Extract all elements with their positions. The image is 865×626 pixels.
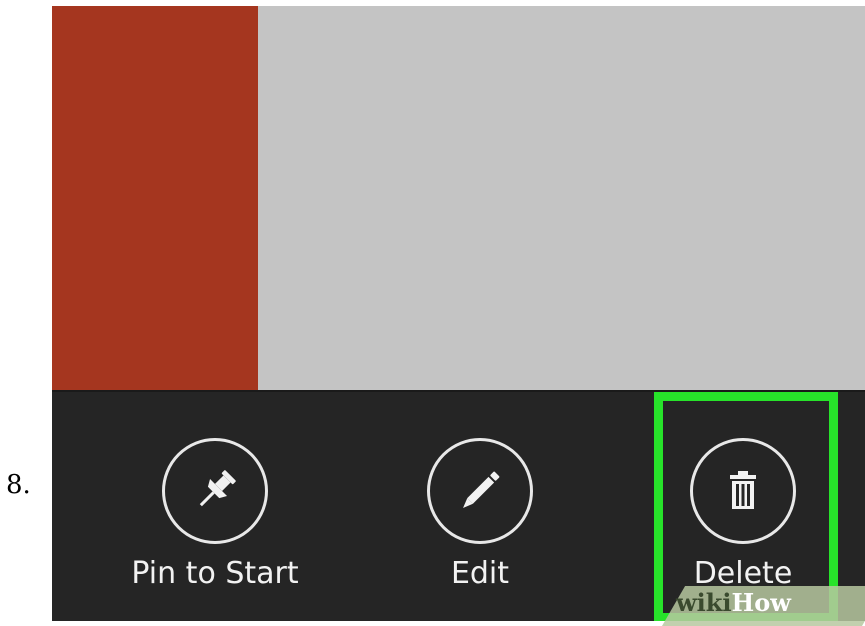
watermark-wiki: wiki	[676, 588, 732, 617]
pin-to-start-label: Pin to Start	[131, 556, 299, 591]
pin-to-start-button[interactable]: Pin to Start	[125, 438, 305, 598]
edit-button-circle	[427, 438, 533, 544]
delete-button[interactable]: Delete	[653, 438, 833, 598]
app-tile-gray	[258, 6, 865, 392]
wikihow-watermark: wikiHow	[676, 588, 791, 617]
watermark-how: How	[731, 588, 791, 617]
app-tile-red	[52, 6, 258, 392]
pin-icon	[199, 470, 236, 507]
trash-icon	[730, 471, 756, 509]
edit-button[interactable]: Edit	[390, 438, 570, 598]
pin-button-circle	[162, 438, 268, 544]
step-number: 8.	[6, 470, 31, 500]
delete-button-circle	[690, 438, 796, 544]
edit-label: Edit	[450, 556, 510, 591]
app-screen: Pin to Start Edit Delete	[52, 6, 865, 621]
pencil-icon	[463, 471, 500, 508]
